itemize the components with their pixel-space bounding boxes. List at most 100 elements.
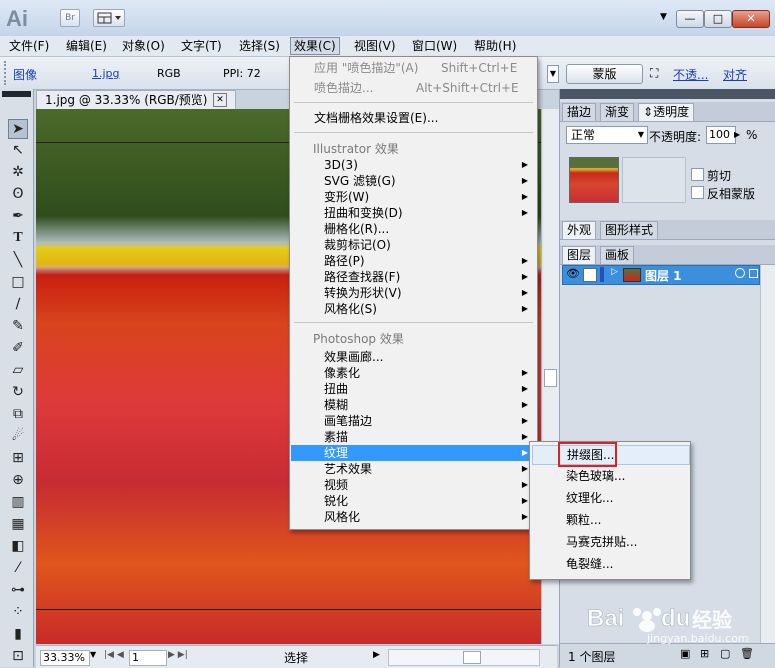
photoshop-effect-item[interactable]: 画笔描边 ▶: [291, 413, 536, 429]
raster-settings-item[interactable]: 文档栅格效果设置(E)...: [291, 110, 536, 126]
minimize-button[interactable]: —: [676, 10, 704, 28]
layer-row[interactable]: 👁 ▷ 图层 1: [562, 265, 760, 285]
illustrator-effect-item[interactable]: 变形(W) ▶: [291, 189, 536, 205]
menu-view[interactable]: 视图(V): [351, 38, 399, 54]
photoshop-effect-item[interactable]: 艺术效果 ▶: [291, 461, 536, 477]
photoshop-effect-item[interactable]: 锐化 ▶: [291, 493, 536, 509]
warp-tool-icon[interactable]: ☄: [9, 427, 27, 445]
opacity-chevron-icon[interactable]: ▶: [734, 130, 740, 139]
eraser-tool-icon[interactable]: ▱: [9, 361, 27, 379]
blob-brush-tool-icon[interactable]: ✐: [9, 339, 27, 357]
expand-triangle-icon[interactable]: ▷: [611, 267, 618, 277]
tab-graphic-styles[interactable]: 图形样式: [600, 221, 659, 239]
menu-help[interactable]: 帮助(H): [471, 38, 519, 54]
illustrator-effect-item[interactable]: 3D(3) ▶: [291, 157, 536, 173]
texture-submenu-item[interactable]: 龟裂缝...: [532, 555, 688, 573]
magic-wand-tool-icon[interactable]: ✲: [9, 163, 27, 181]
rectangle-tool-icon[interactable]: □: [9, 273, 27, 291]
line-tool-icon[interactable]: ╲: [9, 251, 27, 269]
photoshop-effect-item[interactable]: 像素化 ▶: [291, 365, 536, 381]
illustrator-effect-item[interactable]: 风格化(S) ▶: [291, 301, 536, 317]
clip-checkbox[interactable]: [691, 168, 704, 181]
close-tab-icon[interactable]: ✕: [213, 93, 227, 107]
linked-file-link[interactable]: 1.jpg: [92, 67, 120, 80]
layer-name[interactable]: 图层 1: [645, 267, 682, 284]
horizontal-scrollbar[interactable]: [388, 649, 540, 666]
illustrator-effect-item[interactable]: 转换为形状(V) ▶: [291, 285, 536, 301]
target-icon[interactable]: [735, 268, 745, 278]
status-menu-arrow-icon[interactable]: ▶: [373, 650, 380, 660]
control-bar-grip[interactable]: [4, 61, 10, 85]
free-transform-tool-icon[interactable]: ⊞: [9, 449, 27, 467]
texture-submenu-item[interactable]: 马赛克拼贴...: [532, 533, 688, 551]
photoshop-effect-item[interactable]: 视频 ▶: [291, 477, 536, 493]
illustrator-effect-item[interactable]: 扭曲和变换(D) ▶: [291, 205, 536, 221]
opacity-link[interactable]: 不透...: [673, 66, 708, 83]
texture-submenu-item[interactable]: 颗粒...: [532, 511, 688, 529]
photoshop-effect-item[interactable]: 风格化 ▶: [291, 509, 536, 525]
panel-dock-header[interactable]: [560, 89, 775, 99]
invert-mask-checkbox[interactable]: [691, 186, 704, 199]
symbol-sprayer-tool-icon[interactable]: ⁘: [9, 603, 27, 621]
scrollbar-thumb[interactable]: [544, 369, 557, 387]
horizontal-scrollbar-thumb[interactable]: [463, 651, 481, 664]
illustrator-effect-item[interactable]: 路径查找器(F) ▶: [291, 269, 536, 285]
illustrator-effect-item[interactable]: 裁剪标记(O): [291, 237, 536, 253]
eyedropper-tool-icon[interactable]: ⁄: [9, 559, 27, 577]
zoom-field[interactable]: 33.33%: [40, 650, 90, 666]
next-page-icon[interactable]: ▶ ▶|: [168, 650, 188, 660]
illustrator-effect-item[interactable]: 栅格化(R)...: [291, 221, 536, 237]
menu-edit[interactable]: 编辑(E): [63, 38, 110, 54]
scale-tool-icon[interactable]: ⧉: [9, 405, 27, 423]
dropdown-chevron-icon[interactable]: ▼: [547, 65, 559, 83]
menu-window[interactable]: 窗口(W): [409, 38, 460, 54]
texture-submenu-item[interactable]: 染色玻璃...: [532, 467, 688, 485]
align-link[interactable]: 对齐: [723, 66, 747, 83]
selection-square-icon[interactable]: [749, 269, 758, 278]
tools-panel-header[interactable]: [2, 91, 31, 97]
menu-object[interactable]: 对象(O): [119, 38, 168, 54]
graph-tool-icon[interactable]: ▥: [9, 493, 27, 511]
mask-slot[interactable]: [622, 157, 686, 203]
blend-tool-icon[interactable]: ⊶: [9, 581, 27, 599]
selection-tool-icon[interactable]: ➤: [8, 119, 28, 139]
workspace-layout-button[interactable]: [93, 9, 125, 27]
blend-mode-select[interactable]: 正常 ▼: [566, 126, 648, 144]
opacity-input[interactable]: 100: [706, 126, 736, 144]
document-tab[interactable]: 1.jpg @ 33.33% (RGB/预览) ✕: [36, 90, 236, 109]
restore-button[interactable]: □: [704, 10, 732, 28]
zoom-chevron-icon[interactable]: ▼: [90, 650, 96, 659]
photoshop-effect-item[interactable]: 模糊 ▶: [291, 397, 536, 413]
texture-effect-item[interactable]: 纹理 ▶: [291, 445, 536, 461]
gradient-tool-icon[interactable]: ◧: [9, 537, 27, 555]
visibility-eye-icon[interactable]: 👁: [566, 267, 580, 280]
pen-tool-icon[interactable]: ✒: [9, 207, 27, 225]
lasso-tool-icon[interactable]: ʘ: [9, 185, 27, 203]
tab-stroke[interactable]: 描边: [562, 103, 597, 121]
photoshop-effect-item[interactable]: 素描 ▶: [291, 429, 536, 445]
tab-gradient[interactable]: 渐变: [600, 103, 635, 121]
transform-icon[interactable]: ⛶: [650, 66, 658, 81]
close-button[interactable]: ✕: [732, 10, 770, 28]
tab-artboards[interactable]: 画板: [600, 246, 635, 264]
mask-button[interactable]: 蒙版: [566, 64, 643, 84]
photoshop-effect-item[interactable]: 扭曲 ▶: [291, 381, 536, 397]
illustrator-effect-item[interactable]: SVG 滤镜(G) ▶: [291, 173, 536, 189]
tab-appearance[interactable]: 外观: [562, 221, 597, 239]
workspace-switcher-chevron-icon[interactable]: ▼: [660, 12, 667, 22]
first-page-icon[interactable]: |◀ ◀: [104, 650, 124, 660]
tab-transparency[interactable]: ⇕透明度: [638, 103, 695, 121]
mesh-tool-icon[interactable]: ▦: [9, 515, 27, 533]
paintbrush-tool-icon[interactable]: ∕: [9, 295, 27, 313]
texture-submenu-item[interactable]: 纹理化...: [532, 489, 688, 507]
menu-file[interactable]: 文件(F): [6, 38, 52, 54]
shape-builder-tool-icon[interactable]: ⊕: [9, 471, 27, 489]
layers-scrollbar[interactable]: [760, 265, 775, 643]
artboard-tool-icon[interactable]: ⊡: [9, 647, 27, 665]
lock-toggle[interactable]: [583, 268, 597, 282]
menu-type[interactable]: 文字(T): [178, 38, 225, 54]
menu-effects[interactable]: 效果(C): [290, 37, 340, 55]
page-field[interactable]: 1: [129, 650, 167, 666]
menu-select[interactable]: 选择(S): [236, 38, 283, 54]
illustrator-effect-item[interactable]: 路径(P) ▶: [291, 253, 536, 269]
